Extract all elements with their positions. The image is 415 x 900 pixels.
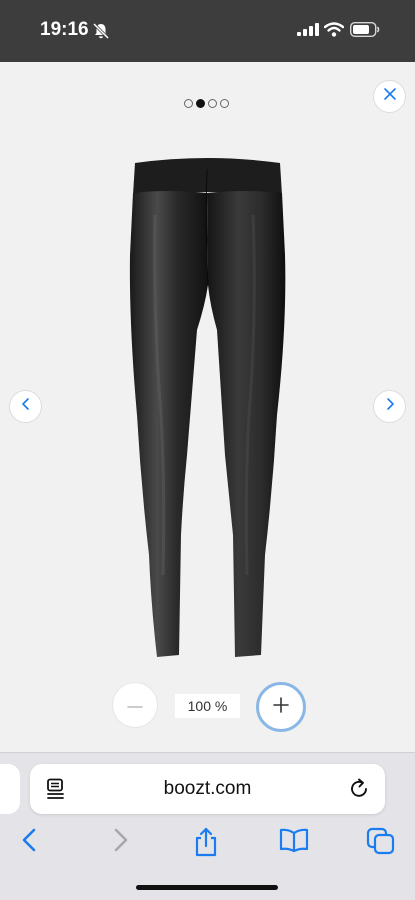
battery-icon	[349, 21, 380, 42]
back-button[interactable]	[20, 827, 40, 858]
tabs-icon	[366, 827, 395, 855]
chevron-right-icon	[114, 828, 128, 852]
gallery-dot-active[interactable]	[196, 99, 205, 108]
plus-icon	[273, 696, 289, 718]
gallery-dot[interactable]	[220, 99, 229, 108]
gallery-dot[interactable]	[184, 99, 193, 108]
book-icon	[279, 828, 309, 853]
next-image-button[interactable]	[373, 390, 406, 423]
status-bar: 19:16	[0, 0, 415, 62]
forward-button[interactable]	[110, 827, 130, 858]
close-icon	[383, 87, 397, 106]
address-bar[interactable]: boozt.com	[30, 764, 385, 814]
wifi-icon	[323, 22, 345, 42]
share-icon	[195, 827, 217, 857]
close-button[interactable]	[373, 80, 406, 113]
status-time: 19:16	[40, 19, 89, 40]
url-text[interactable]: boozt.com	[30, 778, 385, 800]
bookmarks-button[interactable]	[279, 827, 309, 858]
signal-icon	[297, 23, 319, 41]
previous-image-button[interactable]	[9, 390, 42, 423]
gallery-pagination	[184, 99, 229, 108]
zoom-level-display: 100 %	[175, 694, 240, 718]
gallery-dot[interactable]	[208, 99, 217, 108]
minus-icon	[127, 696, 143, 714]
share-button[interactable]	[193, 827, 219, 862]
zoom-in-button[interactable]	[256, 682, 306, 732]
chevron-right-icon	[384, 397, 396, 416]
chevron-left-icon	[20, 397, 32, 416]
browser-bottom-bar: boozt.com	[0, 752, 415, 900]
tabs-button[interactable]	[366, 827, 396, 860]
previous-tab-preview[interactable]	[0, 764, 20, 814]
home-indicator[interactable]	[136, 885, 278, 890]
bell-slash-icon	[92, 22, 110, 45]
zoom-out-button[interactable]	[112, 682, 158, 728]
chevron-left-icon	[22, 828, 36, 852]
product-image-leggings	[125, 155, 290, 665]
product-image-viewer: 100 %	[0, 62, 415, 752]
reload-icon[interactable]	[350, 778, 370, 805]
